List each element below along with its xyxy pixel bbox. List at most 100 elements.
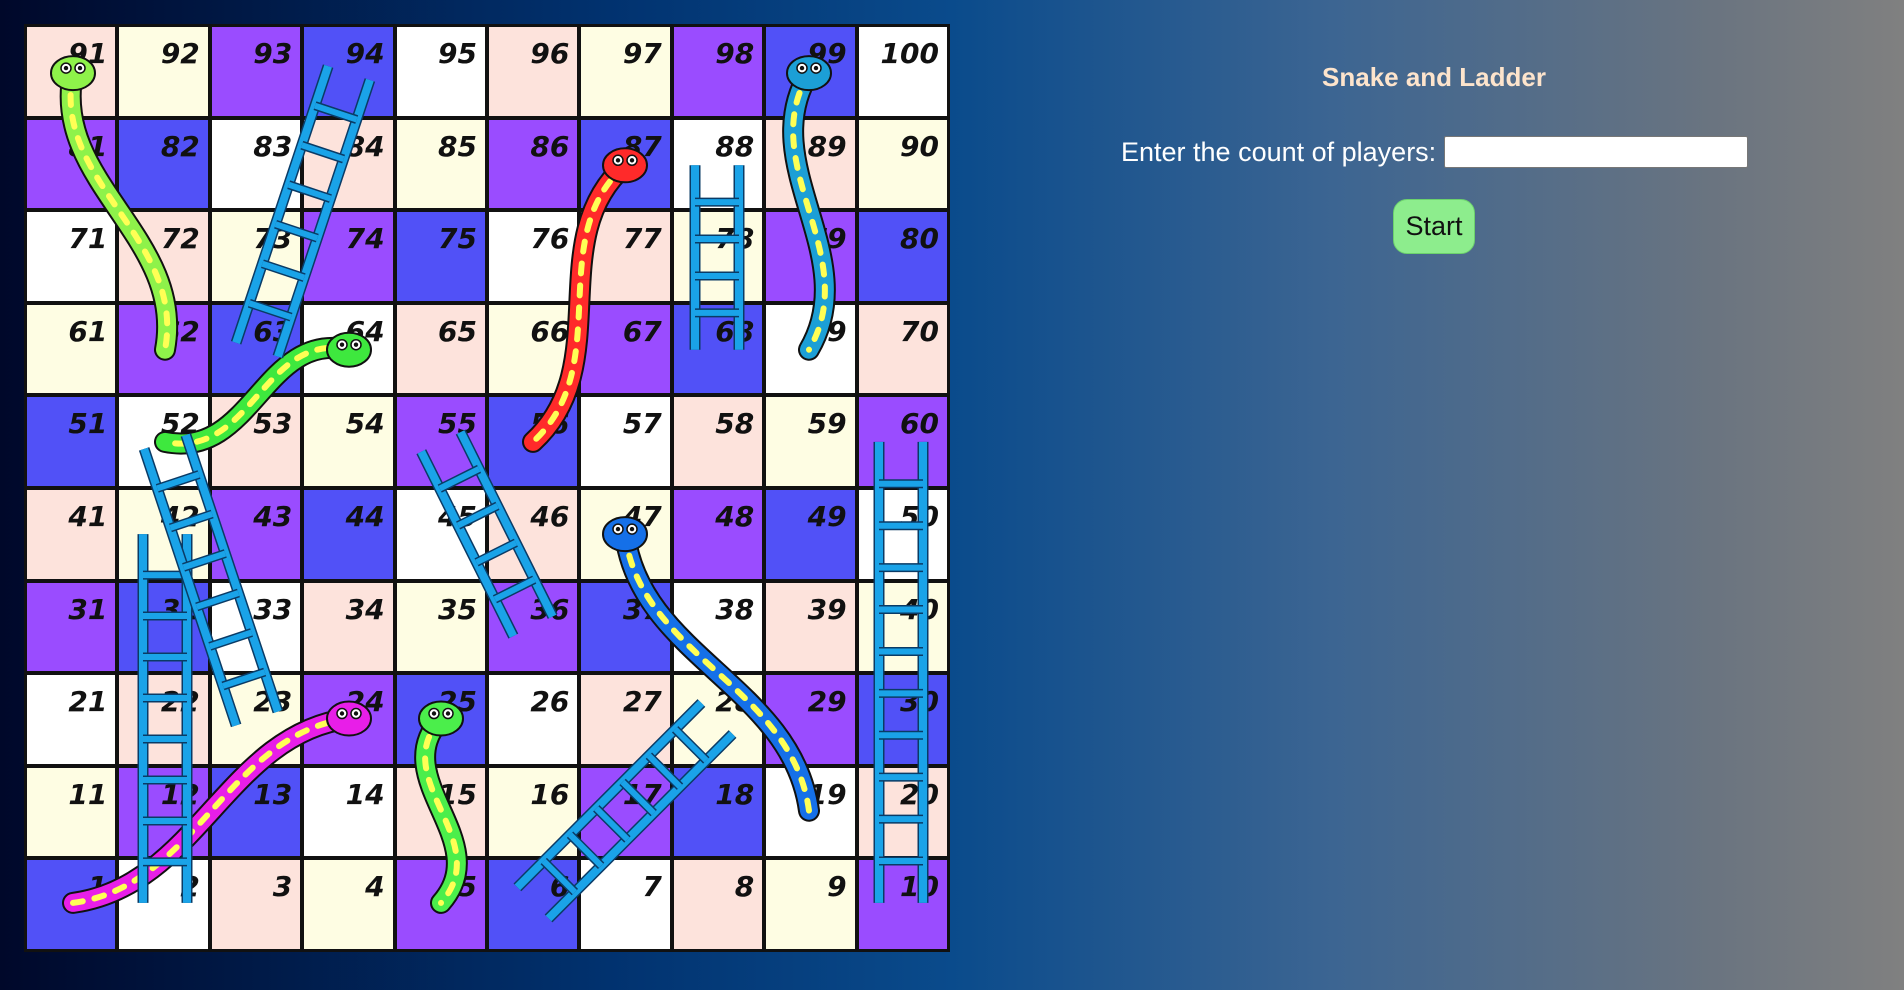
cell-number: 64 xyxy=(345,314,385,348)
cell-number: 86 xyxy=(530,129,570,163)
cell-number: 21 xyxy=(68,685,108,719)
board-cell-42: 42 xyxy=(119,489,208,579)
cell-number: 99 xyxy=(807,37,847,70)
board-cell-38: 38 xyxy=(673,582,763,672)
board-cell-6: 6 xyxy=(489,860,578,949)
board-cell-47: 47 xyxy=(581,489,670,579)
board-cell-4: 4 xyxy=(304,860,393,949)
cell-number: 88 xyxy=(715,129,755,163)
cell-number: 39 xyxy=(807,592,847,626)
cell-number: 89 xyxy=(807,129,847,163)
board-cell-24: 24 xyxy=(304,675,393,764)
cell-number: 71 xyxy=(68,222,108,256)
cell-number: 62 xyxy=(160,314,200,348)
board-cell-7: 7 xyxy=(581,860,670,949)
board-cell-32: 32 xyxy=(119,582,208,672)
board-cell-71: 71 xyxy=(27,212,116,301)
cell-number: 32 xyxy=(160,592,200,626)
cell-number: 23 xyxy=(253,685,293,719)
cell-number: 30 xyxy=(900,685,939,719)
cell-number: 55 xyxy=(438,407,477,441)
board-cell-64: 64 xyxy=(304,304,393,394)
cell-number: 17 xyxy=(622,777,662,811)
cell-number: 82 xyxy=(160,129,200,163)
board-cell-16: 16 xyxy=(489,767,578,857)
board-cell-74: 74 xyxy=(304,212,393,301)
board-cell-88: 88 xyxy=(673,119,763,209)
board-cell-92: 92 xyxy=(119,27,208,116)
panel-title: Snake and Ladder xyxy=(1322,62,1546,92)
cell-number: 68 xyxy=(715,314,755,348)
board-cell-2: 2 xyxy=(119,860,208,949)
board-cell-30: 30 xyxy=(858,675,947,764)
board-cell-41: 41 xyxy=(27,489,116,579)
cell-number: 95 xyxy=(438,37,477,70)
board-cell-36: 36 xyxy=(489,582,578,672)
board-cell-45: 45 xyxy=(396,489,485,579)
board-cell-60: 60 xyxy=(858,397,947,486)
cell-number: 57 xyxy=(622,407,662,441)
cell-number: 8 xyxy=(734,870,755,904)
board-cell-91: 91 xyxy=(27,27,116,116)
cell-number: 25 xyxy=(438,685,477,719)
cell-number: 74 xyxy=(345,222,385,256)
board-cell-12: 12 xyxy=(119,767,208,857)
players-count-input[interactable] xyxy=(1444,136,1749,168)
cell-number: 40 xyxy=(900,592,939,626)
cell-number: 47 xyxy=(622,499,662,533)
board-cell-54: 54 xyxy=(304,397,393,486)
cell-number: 35 xyxy=(438,592,477,626)
cell-number: 80 xyxy=(900,222,939,256)
board-grid: 91 92 93 94 95 96 97 98 99 100 81 82 83 84 85 86 87 88 89 9… xyxy=(27,27,947,949)
cell-number: 52 xyxy=(160,407,200,441)
cell-number: 14 xyxy=(345,777,385,811)
board-cell-14: 14 xyxy=(304,767,393,857)
cell-number: 65 xyxy=(438,314,477,348)
cell-number: 53 xyxy=(253,407,293,441)
board-cell-40: 40 xyxy=(858,582,947,672)
cell-number: 78 xyxy=(715,222,755,256)
start-button[interactable]: Start xyxy=(1393,199,1475,254)
cell-number: 43 xyxy=(253,499,293,533)
cell-number: 84 xyxy=(345,129,385,163)
cell-number: 38 xyxy=(715,592,755,626)
cell-number: 42 xyxy=(160,499,200,533)
board-cell-67: 67 xyxy=(581,304,670,394)
board-cell-79: 79 xyxy=(766,212,855,301)
cell-number: 61 xyxy=(68,314,108,348)
cell-number: 75 xyxy=(438,222,477,256)
board-cell-39: 39 xyxy=(766,582,855,672)
cell-number: 100 xyxy=(880,37,939,70)
cell-number: 4 xyxy=(365,870,385,904)
board-cell-18: 18 xyxy=(673,767,763,857)
cell-number: 50 xyxy=(900,499,939,533)
cell-number: 56 xyxy=(530,407,570,441)
board-cell-99: 99 xyxy=(766,27,855,116)
board-cell-56: 56 xyxy=(489,397,578,486)
board-cell-13: 13 xyxy=(211,767,301,857)
board-cell-65: 65 xyxy=(396,304,485,394)
cell-number: 67 xyxy=(622,314,662,348)
cell-number: 70 xyxy=(900,314,939,348)
board-cell-20: 20 xyxy=(858,767,947,857)
cell-number: 77 xyxy=(622,222,662,256)
board-cell-59: 59 xyxy=(766,397,855,486)
board-cell-93: 93 xyxy=(211,27,301,116)
board-cell-78: 78 xyxy=(673,212,763,301)
cell-number: 91 xyxy=(68,37,108,70)
board-cell-8: 8 xyxy=(673,860,763,949)
cell-number: 59 xyxy=(807,407,847,441)
cell-number: 79 xyxy=(807,222,847,256)
board-cell-22: 22 xyxy=(119,675,208,764)
board-cell-49: 49 xyxy=(766,489,855,579)
board-cell-90: 90 xyxy=(858,119,947,209)
board-cell-84: 84 xyxy=(304,119,393,209)
board-cell-57: 57 xyxy=(581,397,670,486)
cell-number: 33 xyxy=(253,592,293,626)
cell-number: 20 xyxy=(900,777,939,811)
board-cell-62: 62 xyxy=(119,304,208,394)
cell-number: 87 xyxy=(622,129,662,163)
board-cell-27: 27 xyxy=(581,675,670,764)
cell-number: 28 xyxy=(715,685,755,719)
board-cell-76: 76 xyxy=(489,212,578,301)
